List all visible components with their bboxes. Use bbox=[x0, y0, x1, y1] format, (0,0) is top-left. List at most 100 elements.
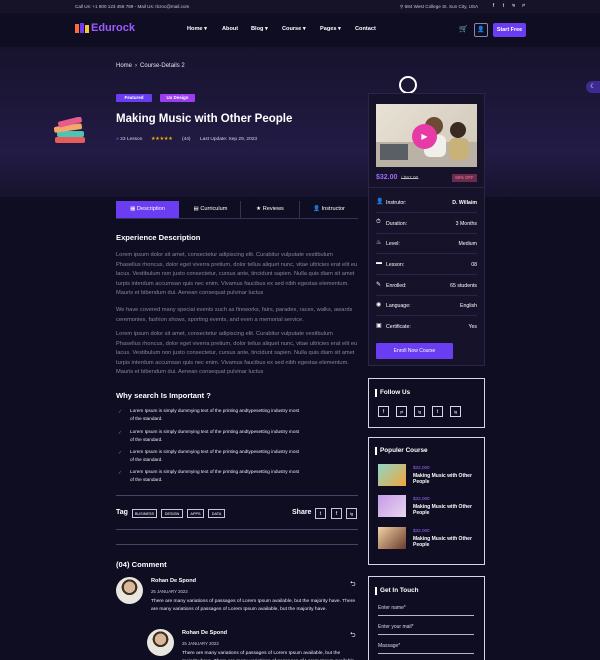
nav-course[interactable]: Course ▾ bbox=[282, 26, 306, 32]
touch-title: Get In Touch bbox=[380, 587, 419, 594]
breadcrumb-current: Course-Details 2 bbox=[140, 63, 185, 69]
facebook-icon[interactable]: f bbox=[331, 508, 342, 519]
why-heading: Why search Is Important ? bbox=[116, 391, 211, 400]
email-field[interactable]: Enter your mail* bbox=[378, 624, 414, 630]
instagram-icon[interactable]: ig bbox=[414, 406, 425, 417]
lesson-icon: ▬ bbox=[376, 260, 382, 266]
course-title: Making Music with Other People bbox=[116, 113, 293, 125]
name-field[interactable]: Enter name* bbox=[378, 605, 406, 611]
logo-text: Edurock bbox=[91, 22, 136, 34]
check-icon: ✓ bbox=[118, 470, 123, 476]
breadcrumb-home[interactable]: Home bbox=[116, 63, 132, 69]
tab-reviews[interactable]: ★ Reviews bbox=[240, 201, 299, 218]
cart-icon[interactable]: 🛒 bbox=[459, 25, 468, 33]
divider bbox=[116, 529, 358, 530]
popular-course-title[interactable]: Making Music with Other People bbox=[413, 473, 475, 486]
level-icon: ♨ bbox=[376, 240, 382, 246]
share-label: Share bbox=[292, 509, 312, 516]
start-free-button[interactable]: Start Free bbox=[493, 23, 526, 37]
tag-item[interactable]: BUSINESS bbox=[132, 509, 157, 518]
tab-instructor[interactable]: 👤 Instructor bbox=[299, 201, 358, 218]
twitter-icon[interactable]: t bbox=[500, 3, 507, 10]
play-button[interactable]: ▶ bbox=[412, 124, 437, 149]
logo[interactable]: Edurock bbox=[75, 22, 135, 34]
nav-about[interactable]: About bbox=[222, 26, 238, 32]
description-paragraph: Lorem ipsum dolor sit amet, consectetur … bbox=[116, 252, 358, 296]
lamp-icon bbox=[399, 76, 417, 94]
card-row-certificate: ▣ Certificate: Yes bbox=[376, 323, 477, 330]
user-icon[interactable]: 👤 bbox=[474, 23, 488, 37]
nav-blog[interactable]: Blog ▾ bbox=[251, 26, 268, 32]
popular-price: $32,000 bbox=[413, 528, 430, 533]
bullet-text: Lorem Ipsum is simply dummying text of t… bbox=[130, 408, 300, 421]
lesson-count: ● 23 Lesson bbox=[116, 137, 143, 142]
nav-contact[interactable]: Contact bbox=[355, 26, 376, 32]
reply-icon[interactable]: ⮌ bbox=[350, 631, 356, 642]
divider bbox=[116, 495, 358, 496]
popular-course-title[interactable]: Making Music with Other People bbox=[413, 536, 475, 549]
twitter-icon[interactable]: t bbox=[315, 508, 326, 519]
comment-text: There are many variations of passages of… bbox=[151, 599, 356, 612]
popular-title: Populer Course bbox=[380, 447, 428, 454]
comment-date: 25 JANUARY 2023 bbox=[151, 589, 188, 594]
instagram-icon[interactable]: ig bbox=[510, 3, 517, 10]
last-update: Last Update: Sep 29, 2023 bbox=[200, 137, 258, 142]
twitter-icon[interactable]: t bbox=[432, 406, 443, 417]
check-icon: ✓ bbox=[118, 430, 123, 436]
youtube-icon[interactable]: yt bbox=[520, 3, 527, 10]
comment-date: 25 JANUARY 2023 bbox=[182, 641, 219, 646]
nav-home[interactable]: Home ▾ bbox=[187, 26, 207, 32]
check-icon: ✓ bbox=[118, 450, 123, 456]
description-paragraph: Lorem ipsum dolor sit amet, consectetur … bbox=[116, 331, 358, 375]
card-row-duration: ⏱ Duration: 3 Months bbox=[376, 214, 477, 234]
tab-curriculum[interactable]: ▤ Curriculum bbox=[181, 201, 240, 218]
tag-item[interactable]: APPS bbox=[187, 509, 204, 518]
accent-bar bbox=[375, 447, 377, 455]
discount-badge: 68% OFF bbox=[452, 174, 477, 182]
card-row-level: ♨ Level: Medium bbox=[376, 234, 477, 254]
course-image[interactable] bbox=[378, 464, 406, 486]
comments-heading: (04) Comment bbox=[116, 560, 167, 569]
follow-box bbox=[368, 378, 485, 428]
message-field[interactable]: Massage* bbox=[378, 643, 400, 649]
popular-course-title[interactable]: Making Music with Other People bbox=[413, 504, 475, 517]
popular-price: $32,000 bbox=[413, 496, 430, 501]
top-bar: Call Us: +1 800 123 456 789 - Mail Us: I… bbox=[0, 0, 600, 13]
certificate-icon: ▣ bbox=[376, 323, 382, 329]
description-paragraph: We have covered many special events such… bbox=[116, 307, 353, 323]
instagram-icon[interactable]: ig bbox=[450, 406, 461, 417]
course-price: $32.00 bbox=[376, 174, 398, 181]
divider bbox=[116, 544, 358, 545]
reply-icon[interactable]: ⮌ bbox=[350, 580, 356, 591]
featured-badge: Featured bbox=[116, 94, 152, 102]
comment-author: Rohan De Spond bbox=[182, 630, 228, 636]
check-icon: ✓ bbox=[118, 409, 123, 415]
card-row-language: ◉ Language: English bbox=[376, 296, 477, 316]
books-illustration bbox=[53, 117, 85, 143]
instagram-icon[interactable]: ig bbox=[346, 508, 357, 519]
tab-description[interactable]: ▦ Description bbox=[116, 201, 179, 218]
review-count: (44) bbox=[182, 137, 191, 142]
clock-icon: ⏱ bbox=[376, 219, 381, 225]
course-image[interactable] bbox=[378, 527, 406, 549]
card-row-lesson: ▬ Lesson: 08 bbox=[376, 255, 477, 275]
comment-author: Rohan De Spond bbox=[151, 578, 197, 584]
accent-bar bbox=[375, 389, 377, 397]
tag-item[interactable]: DATA bbox=[208, 509, 225, 518]
name-field-line bbox=[378, 615, 474, 616]
tag-label: Tag bbox=[116, 509, 128, 516]
course-image[interactable] bbox=[378, 495, 406, 517]
popular-price: $32,000 bbox=[413, 465, 430, 470]
nav-pages[interactable]: Pages ▾ bbox=[320, 26, 341, 32]
tag-item[interactable]: DESIGN bbox=[161, 509, 183, 518]
facebook-icon[interactable]: f bbox=[378, 406, 389, 417]
youtube-icon[interactable]: yt bbox=[396, 406, 407, 417]
address: ⚲ 684 West College St. Sun City, USA bbox=[400, 4, 479, 9]
dark-mode-toggle[interactable]: ☾ bbox=[586, 81, 600, 93]
enroll-button[interactable]: Enroll Now Course bbox=[376, 343, 453, 359]
card-row-instructor: 👤 Instrutor: D. Willaim bbox=[376, 193, 477, 213]
facebook-icon[interactable]: f bbox=[490, 3, 497, 10]
rating-stars: ★★★★★ bbox=[151, 137, 173, 142]
contact-info: Call Us: +1 800 123 456 789 - Mail Us: I… bbox=[75, 4, 190, 9]
logo-icon bbox=[75, 22, 89, 33]
